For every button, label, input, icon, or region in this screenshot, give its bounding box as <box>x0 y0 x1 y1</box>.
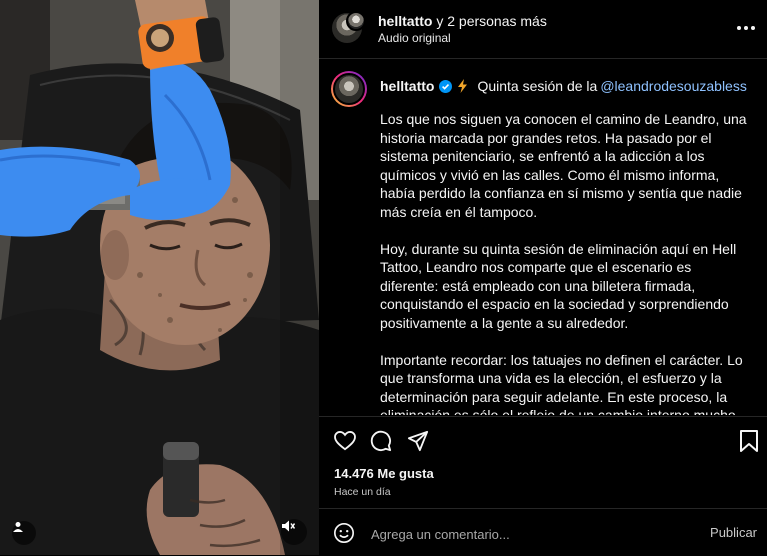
caption-username[interactable]: helltatto <box>380 78 434 94</box>
send-icon <box>407 430 429 452</box>
post-authors: helltatto y 2 personas más <box>378 13 547 29</box>
post-media[interactable] <box>0 0 319 555</box>
action-bar <box>319 416 767 465</box>
post-details-panel: helltatto y 2 personas más Audio origina… <box>319 0 767 555</box>
post-timestamp[interactable]: Hace un día <box>334 486 391 498</box>
comment-input[interactable] <box>369 523 673 545</box>
more-horizontal-icon <box>737 26 741 30</box>
audio-link[interactable]: Audio original <box>378 31 451 45</box>
comment-composer: Publicar <box>319 508 767 556</box>
emoji-smile-icon <box>334 523 354 543</box>
post-header: helltatto y 2 personas más Audio origina… <box>319 0 767 59</box>
mute-button[interactable] <box>281 519 307 545</box>
more-dot <box>744 26 748 30</box>
share-button[interactable] <box>406 429 430 453</box>
caption-paragraph: Importante recordar: los tatuajes no def… <box>380 351 743 416</box>
mention-link[interactable]: @leandrodesouzabless <box>600 78 747 94</box>
like-button[interactable] <box>333 429 357 453</box>
user-tag-icon <box>13 522 23 532</box>
collaborator-avatar[interactable] <box>346 11 366 31</box>
emoji-button[interactable] <box>333 522 355 544</box>
verified-badge-icon <box>439 79 453 93</box>
heart-icon <box>334 431 356 451</box>
caption-section: helltatto Quinta sesión de la @leandrode… <box>319 59 767 415</box>
save-button[interactable] <box>737 429 761 453</box>
comment-button[interactable] <box>369 429 393 453</box>
caption-paragraph: Hoy, durante su quinta sesión de elimina… <box>380 240 737 331</box>
author-username[interactable]: helltatto <box>378 13 432 29</box>
publish-button[interactable]: Publicar <box>710 525 757 540</box>
likes-count[interactable]: 14.476 Me gusta <box>334 466 434 481</box>
comment-icon <box>370 430 392 452</box>
caption-paragraph: Los que nos siguen ya conocen el camino … <box>380 111 747 220</box>
media-photo <box>0 0 319 555</box>
tagged-users-button[interactable] <box>12 521 36 545</box>
collaborators-link[interactable]: y 2 personas más <box>432 13 547 29</box>
more-dot <box>751 26 755 30</box>
caption-header-line: helltatto Quinta sesión de la @leandrode… <box>380 78 747 94</box>
mute-icon <box>282 520 295 532</box>
caption-author-avatar-ring[interactable] <box>331 71 367 107</box>
lightning-emoji-icon <box>458 79 468 93</box>
caption-body: Los que nos siguen ya conocen el camino … <box>380 110 750 415</box>
caption-author-avatar[interactable] <box>333 73 365 105</box>
caption-intro: Quinta sesión de la <box>477 78 598 94</box>
more-options-button[interactable] <box>735 18 757 38</box>
bookmark-icon <box>740 430 758 452</box>
